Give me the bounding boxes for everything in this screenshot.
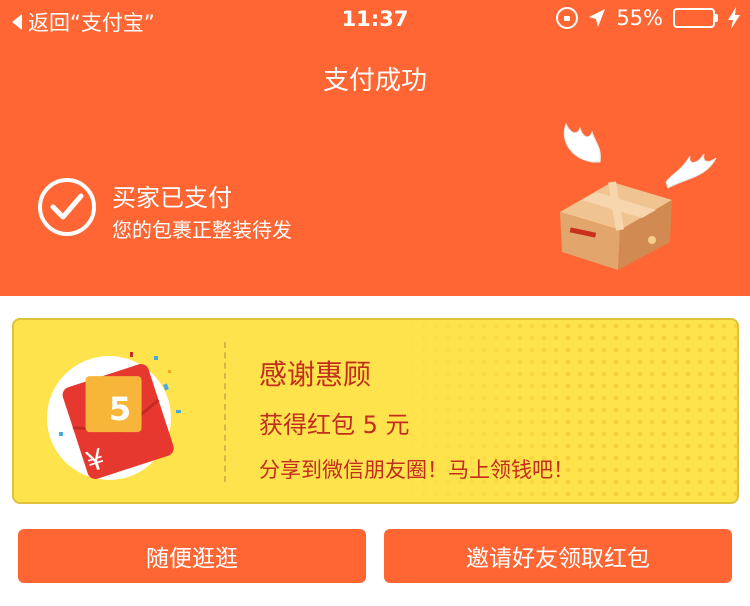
paid-status-subtitle: 您的包裹正整装待发 xyxy=(112,218,292,242)
red-packet-card[interactable]: 5 ¥ 感谢惠顾 获得红包 5 元 分享到微信朋友圈！马上领钱吧！ xyxy=(12,318,739,504)
share-prompt: 分享到微信朋友圈！马上领钱吧！ xyxy=(259,458,574,482)
battery-icon xyxy=(673,8,718,28)
location-arrow-icon xyxy=(589,9,606,27)
red-envelope-icon: 5 ¥ xyxy=(47,352,181,480)
card-divider xyxy=(224,342,226,482)
charging-bolt-icon xyxy=(728,7,740,29)
success-header: 返回“支付宝” 11:37 55% 支付成功 买家已支付 您的包裹正整装待发 xyxy=(0,0,750,296)
page-title: 支付成功 xyxy=(322,66,427,96)
paid-status-title: 买家已支付 xyxy=(112,184,232,212)
battery-percent: 55% xyxy=(616,6,663,30)
card-title: 感谢惠顾 xyxy=(259,358,372,391)
orientation-lock-icon xyxy=(556,7,579,29)
check-circle-icon xyxy=(38,178,96,236)
red-packet-amount: 获得红包 5 元 xyxy=(259,411,410,439)
envelope-amount: 5 xyxy=(109,390,131,428)
browse-button[interactable]: 随便逛逛 xyxy=(18,529,366,583)
status-bar: 返回“支付宝” 11:37 55% xyxy=(0,0,750,38)
invite-friends-button[interactable]: 邀请好友领取红包 xyxy=(384,529,732,583)
winged-package-icon xyxy=(560,122,717,270)
